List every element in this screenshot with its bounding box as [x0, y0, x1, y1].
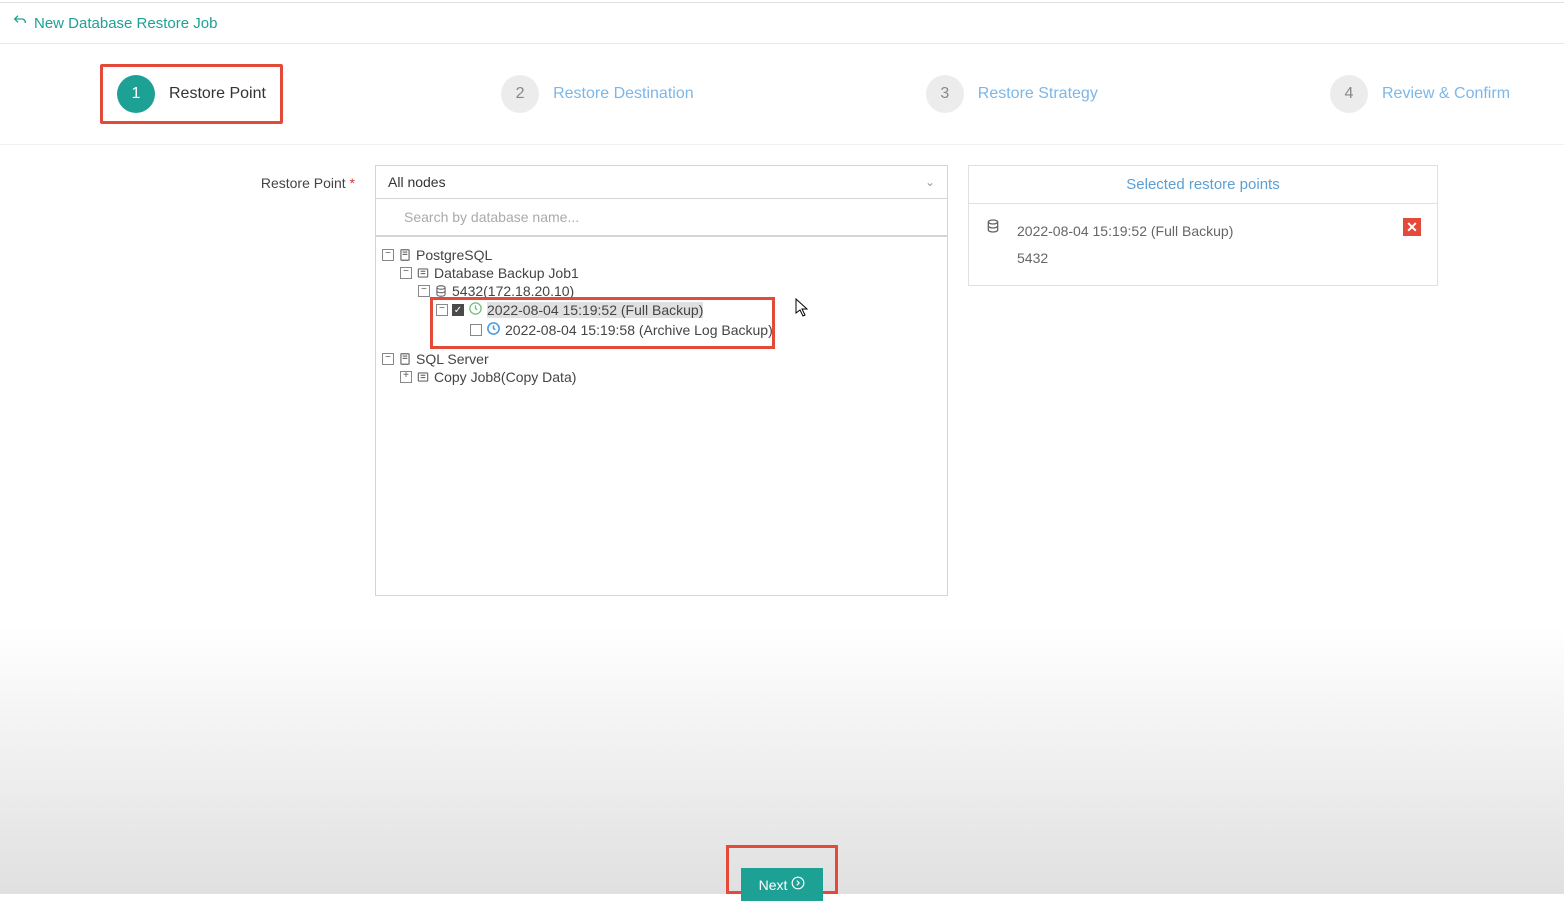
page-title: New Database Restore Job	[34, 15, 217, 32]
step-restore-strategy[interactable]: 3 Restore Strategy	[912, 67, 1112, 121]
next-button[interactable]: Next	[741, 868, 824, 901]
selected-restore-point: 2022-08-04 15:19:52 (Full Backup) 5432 ✕	[968, 204, 1438, 286]
job-icon	[416, 370, 430, 384]
server-icon	[398, 352, 412, 366]
step-label: Restore Strategy	[978, 85, 1098, 103]
database-icon	[985, 218, 1001, 237]
tree-node-sqlserver[interactable]: SQL Server	[416, 351, 489, 367]
chevron-down-icon: ⌄	[925, 175, 935, 189]
node-filter-value: All nodes	[388, 174, 446, 190]
back-arrow-icon[interactable]	[12, 13, 28, 33]
node-filter-select[interactable]: All nodes ⌄	[375, 165, 948, 199]
restore-point-label: Restore Point	[261, 175, 355, 191]
arrow-right-icon	[791, 876, 805, 893]
step-restore-destination[interactable]: 2 Restore Destination	[487, 67, 708, 121]
remove-selected-button[interactable]: ✕	[1403, 218, 1421, 236]
page-header: New Database Restore Job	[0, 3, 1564, 44]
step-label: Review & Confirm	[1382, 85, 1510, 103]
step-restore-point[interactable]: 1 Restore Point	[100, 64, 283, 124]
expand-icon[interactable]: +	[400, 371, 412, 383]
step-label: Restore Point	[169, 85, 266, 103]
collapse-icon[interactable]: −	[400, 267, 412, 279]
job-icon	[416, 266, 430, 280]
wizard-steps: 1 Restore Point 2 Restore Destination 3 …	[0, 44, 1564, 145]
database-icon	[434, 284, 448, 298]
tree-node-job1[interactable]: Database Backup Job1	[434, 265, 579, 281]
restore-point-tree: − PostgreSQL −	[375, 236, 948, 596]
clock-icon	[486, 321, 501, 339]
step-label: Restore Destination	[553, 85, 694, 103]
step-number: 1	[117, 75, 155, 113]
tree-node-postgresql[interactable]: PostgreSQL	[416, 247, 492, 263]
selected-item-title: 2022-08-04 15:19:52 (Full Backup)	[1017, 218, 1387, 245]
step-review-confirm[interactable]: 4 Review & Confirm	[1316, 67, 1524, 121]
checkbox-log-backup[interactable]	[470, 324, 482, 336]
collapse-icon[interactable]: −	[418, 285, 430, 297]
tree-node-log-backup[interactable]: 2022-08-04 15:19:58 (Archive Log Backup)	[505, 322, 773, 338]
selected-points-header: Selected restore points	[968, 165, 1438, 204]
step-number: 3	[926, 75, 964, 113]
collapse-icon[interactable]: −	[382, 249, 394, 261]
next-label: Next	[759, 877, 788, 893]
selected-item-sub: 5432	[1017, 245, 1387, 272]
collapse-icon[interactable]: −	[382, 353, 394, 365]
server-icon	[398, 248, 412, 262]
step-number: 4	[1330, 75, 1368, 113]
step-number: 2	[501, 75, 539, 113]
tree-node-copyjob[interactable]: Copy Job8(Copy Data)	[434, 369, 576, 385]
search-input[interactable]	[376, 199, 947, 235]
